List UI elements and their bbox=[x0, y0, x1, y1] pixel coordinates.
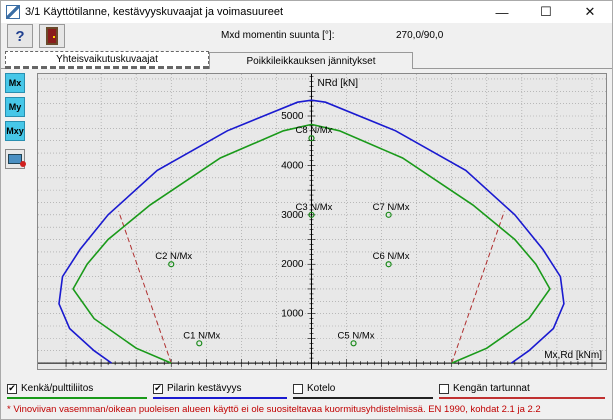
y-tick-label: 4000 bbox=[281, 160, 304, 171]
interaction-chart: -300-200-1000100200300100020003000400050… bbox=[37, 73, 607, 382]
recommendation-limit-line bbox=[451, 211, 505, 364]
usage-note: * Vinoviivan vasemman/oikean puoleisen a… bbox=[7, 404, 541, 415]
legend-label-shoe-anchors: Kengän tartunnat bbox=[453, 383, 530, 394]
tab-bar: Yhteisvaikutuskuvaajat Poikkileikkauksen… bbox=[1, 51, 612, 69]
load-case-label: C8 N/Mx bbox=[295, 125, 332, 136]
sidebar: Mx My Mxy bbox=[5, 73, 27, 173]
legend-line-column-capacity bbox=[153, 397, 287, 399]
load-case-label: C2 N/Mx bbox=[155, 251, 192, 262]
load-case-label: C3 N/Mx bbox=[295, 202, 332, 213]
load-case-label: C7 N/Mx bbox=[373, 202, 410, 213]
check-icon: ✔ bbox=[8, 383, 16, 393]
legend-line-shoe-anchors bbox=[439, 397, 605, 399]
legend-column-capacity[interactable]: ✔ Pilarin kestävyys bbox=[153, 383, 241, 394]
legend-label-casing: Kotelo bbox=[307, 383, 336, 394]
toolbar: ? Mxd momentin suunta [°]: 270,0/90,0 bbox=[1, 23, 612, 49]
app-window: 3/1 Käyttötilanne, kestävyyskuvaajat ja … bbox=[0, 0, 613, 420]
load-case-point bbox=[350, 340, 357, 347]
legend-label-column-capacity: Pilarin kestävyys bbox=[167, 383, 242, 394]
x-axis-label: Mx,Rd [kNm] bbox=[544, 350, 602, 361]
mx-button[interactable]: Mx bbox=[5, 73, 25, 93]
load-case-label: C6 N/Mx bbox=[373, 251, 410, 262]
direction-label: Mxd momentin suunta [°]: bbox=[221, 30, 335, 41]
minimize-button[interactable]: — bbox=[480, 1, 524, 23]
exit-button[interactable] bbox=[39, 24, 65, 48]
app-icon bbox=[6, 5, 20, 19]
load-case-point bbox=[168, 261, 175, 268]
window-title: 3/1 Käyttötilanne, kestävyyskuvaajat ja … bbox=[25, 6, 284, 18]
y-tick-label: 5000 bbox=[281, 111, 304, 122]
tab-interaction-diagrams[interactable]: Yhteisvaikutuskuvaajat bbox=[5, 51, 209, 69]
close-button[interactable]: ✕ bbox=[568, 1, 612, 23]
my-button[interactable]: My bbox=[5, 97, 25, 117]
title-bar[interactable]: 3/1 Käyttötilanne, kestävyyskuvaajat ja … bbox=[1, 1, 612, 23]
door-icon bbox=[46, 27, 58, 45]
y-tick-label: 2000 bbox=[281, 259, 304, 270]
recommendation-limit-line bbox=[118, 211, 172, 364]
y-axis-label: NRd [kN] bbox=[317, 78, 358, 89]
printer-icon bbox=[8, 154, 26, 167]
direction-value: 270,0/90,0 bbox=[396, 30, 444, 41]
shoe-anchors-checkbox[interactable] bbox=[439, 383, 449, 394]
y-tick-label: 1000 bbox=[281, 309, 304, 320]
check-icon: ✔ bbox=[154, 383, 162, 393]
shoe-bolt-checkbox[interactable]: ✔ bbox=[7, 383, 17, 394]
mxy-button[interactable]: Mxy bbox=[5, 121, 25, 141]
chart-svg: -300-200-1000100200300100020003000400050… bbox=[38, 74, 606, 382]
legend-casing[interactable]: Kotelo bbox=[293, 383, 335, 394]
legend-line-casing bbox=[293, 397, 433, 399]
load-case-label: C5 N/Mx bbox=[338, 330, 375, 341]
help-button[interactable]: ? bbox=[7, 24, 33, 48]
load-case-point bbox=[196, 340, 203, 347]
tab-section-stresses[interactable]: Poikkileikkauksen jännitykset bbox=[209, 52, 413, 69]
legend-line-shoe-bolt bbox=[7, 397, 147, 399]
legend-shoe-anchors[interactable]: Kengän tartunnat bbox=[439, 383, 530, 394]
legend-label-shoe-bolt: Kenkä/pulttiliitos bbox=[21, 383, 94, 394]
legend-shoe-bolt[interactable]: ✔ Kenkä/pulttiliitos bbox=[7, 383, 93, 394]
maximize-button[interactable]: ☐ bbox=[524, 1, 568, 23]
column-capacity-checkbox[interactable]: ✔ bbox=[153, 383, 163, 394]
casing-checkbox[interactable] bbox=[293, 383, 303, 394]
print-button[interactable] bbox=[5, 149, 26, 169]
load-case-label: C1 N/Mx bbox=[183, 330, 220, 341]
